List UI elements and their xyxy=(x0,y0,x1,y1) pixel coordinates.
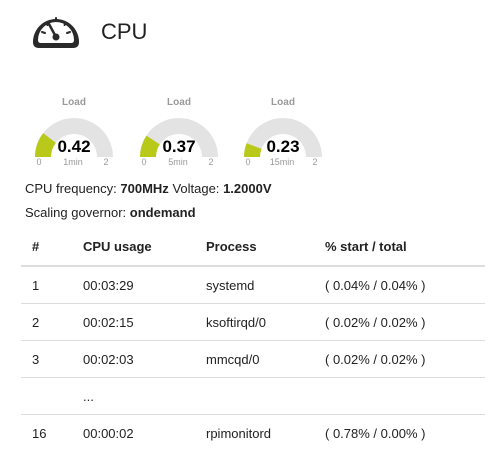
load-gauge-5min: Load 0.37 0 5min 2 xyxy=(139,90,219,170)
column-header-percent: % start / total xyxy=(314,227,485,267)
load-gauge-1min: Load 0.42 0 1min 2 xyxy=(34,90,114,170)
gauge-value: 0.23 xyxy=(266,137,300,156)
column-header-cpu-usage: CPU usage xyxy=(72,227,195,267)
page-title: CPU xyxy=(101,19,148,44)
row-process: systemd xyxy=(206,277,255,293)
row-cpu-usage: 00:00:02 xyxy=(72,414,195,451)
page-header: CPU xyxy=(0,0,495,70)
table-row: 2 00:02:15 ksoftirqd/0 ( 0.02% / 0.02% ) xyxy=(21,303,485,341)
gauge-title: Load xyxy=(62,97,86,108)
table-row: 3 00:02:03 mmcqd/0 ( 0.02% / 0.02% ) xyxy=(21,340,485,378)
row-percent: ( 0.78% / 0.00% ) xyxy=(314,414,485,451)
column-header-process: Process xyxy=(195,227,314,267)
row-process xyxy=(195,377,314,415)
row-cpu-usage: 00:03:29 xyxy=(83,277,134,293)
scaling-governor-line: Scaling governor: ondemand xyxy=(25,205,196,221)
freq-label: CPU frequency: xyxy=(25,181,117,196)
row-index: 1 xyxy=(32,277,40,293)
row-process: mmcqd/0 xyxy=(195,340,314,378)
gauge-value: 0.37 xyxy=(162,137,196,156)
row-cpu-usage: ... xyxy=(72,377,195,415)
row-cpu-usage: 00:02:15 xyxy=(72,303,195,341)
gauge-label: 5min xyxy=(168,157,188,167)
load-gauge-15min: Load 0.23 0 15min 2 xyxy=(243,90,323,170)
gauge-max: 2 xyxy=(103,157,109,167)
voltage-label: Voltage: xyxy=(172,181,220,196)
load-gauges: Load 0.42 0 1min 2 Load 0.37 0 5min 2 Lo… xyxy=(0,90,495,170)
gauge-min: 0 xyxy=(245,157,251,167)
row-index: 3 xyxy=(21,340,72,378)
process-table: # CPU usage Process % start / total 1 00… xyxy=(21,227,485,451)
row-percent: ( 0.02% / 0.02% ) xyxy=(314,340,485,378)
row-percent: ( 0.02% / 0.02% ) xyxy=(314,303,485,341)
governor-value: ondemand xyxy=(129,205,196,220)
row-percent xyxy=(314,377,485,415)
gauge-min: 0 xyxy=(141,157,147,167)
row-process: rpimonitord xyxy=(195,414,314,451)
row-index: 2 xyxy=(21,303,72,341)
dashboard-gauge-icon xyxy=(29,8,83,52)
row-percent: ( 0.04% / 0.04% ) xyxy=(325,277,426,293)
row-index xyxy=(21,377,72,415)
gauge-label: 15min xyxy=(269,157,295,167)
gauge-min: 0 xyxy=(36,157,42,167)
row-index: 16 xyxy=(21,414,72,451)
governor-label: Scaling governor: xyxy=(25,205,127,220)
voltage-value: 1.2000V xyxy=(223,181,272,196)
gauge-max: 2 xyxy=(208,157,214,167)
gauge-title: Load xyxy=(167,97,191,108)
column-header-index: # xyxy=(21,227,72,267)
freq-value: 700MHz xyxy=(120,181,169,196)
gauge-max: 2 xyxy=(312,157,318,167)
table-row-ellipsis: ... xyxy=(21,377,485,415)
row-process: ksoftirqd/0 xyxy=(195,303,314,341)
table-header-row: # CPU usage Process % start / total xyxy=(21,227,485,267)
row-cpu-usage: 00:02:03 xyxy=(72,340,195,378)
table-row: 16 00:00:02 rpimonitord ( 0.78% / 0.00% … xyxy=(21,414,485,451)
cpu-frequency-line: CPU frequency: 700MHz Voltage: 1.2000V xyxy=(25,181,272,197)
table-row: 1 00:03:29 systemd ( 0.04% / 0.04% ) xyxy=(21,266,485,304)
gauge-title: Load xyxy=(271,97,295,108)
gauge-value: 0.42 xyxy=(57,137,91,156)
gauge-label: 1min xyxy=(63,157,83,167)
